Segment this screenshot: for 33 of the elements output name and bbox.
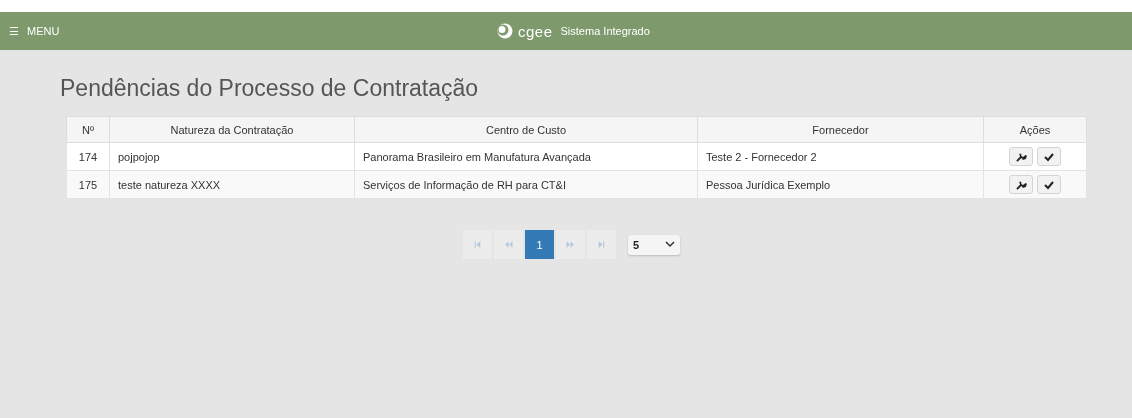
column-header: Ações bbox=[983, 116, 1087, 143]
column-header: Natureza da Contratação bbox=[109, 116, 355, 143]
page-button[interactable]: 1 bbox=[525, 230, 554, 259]
check-icon bbox=[1043, 151, 1054, 162]
table-cell: Serviços de Informação de RH para CT&I bbox=[354, 170, 698, 199]
logo-icon bbox=[496, 23, 514, 39]
confirm-button[interactable] bbox=[1036, 175, 1061, 194]
wrench-button[interactable] bbox=[1009, 147, 1034, 166]
table-cell: pojpojop bbox=[109, 142, 355, 171]
wrench-icon bbox=[1015, 179, 1027, 190]
brand-name: cgee bbox=[518, 22, 553, 40]
prev-page-icon bbox=[504, 240, 513, 249]
wrench-icon bbox=[1015, 151, 1027, 162]
confirm-button[interactable] bbox=[1036, 147, 1061, 166]
column-header: Centro de Custo bbox=[354, 116, 698, 143]
table-cell: Panorama Brasileiro em Manufatura Avançada bbox=[354, 142, 698, 171]
next-page-icon bbox=[566, 240, 575, 249]
last-page-icon bbox=[597, 240, 606, 249]
check-icon bbox=[1043, 179, 1054, 190]
app-name: Sistema Integrado bbox=[560, 25, 650, 37]
wrench-button[interactable] bbox=[1009, 175, 1034, 194]
table-cell: teste natureza XXXX bbox=[109, 170, 355, 199]
table-cell: 175 bbox=[66, 170, 110, 199]
table-cell: Teste 2 - Fornecedor 2 bbox=[697, 142, 984, 171]
page-title: Pendências do Processo de Contratação bbox=[60, 75, 480, 102]
column-header: Fornecedor bbox=[697, 116, 984, 143]
column-header: Nº bbox=[66, 116, 110, 143]
page-size-select[interactable]: 5 bbox=[628, 234, 680, 255]
menu-button[interactable]: ☰ MENU bbox=[0, 24, 60, 38]
table-cell: Pessoa Jurídica Exemplo bbox=[697, 170, 984, 199]
table-cell: 174 bbox=[66, 142, 110, 171]
first-page-icon bbox=[473, 240, 482, 249]
chevron-down-icon bbox=[665, 241, 675, 248]
